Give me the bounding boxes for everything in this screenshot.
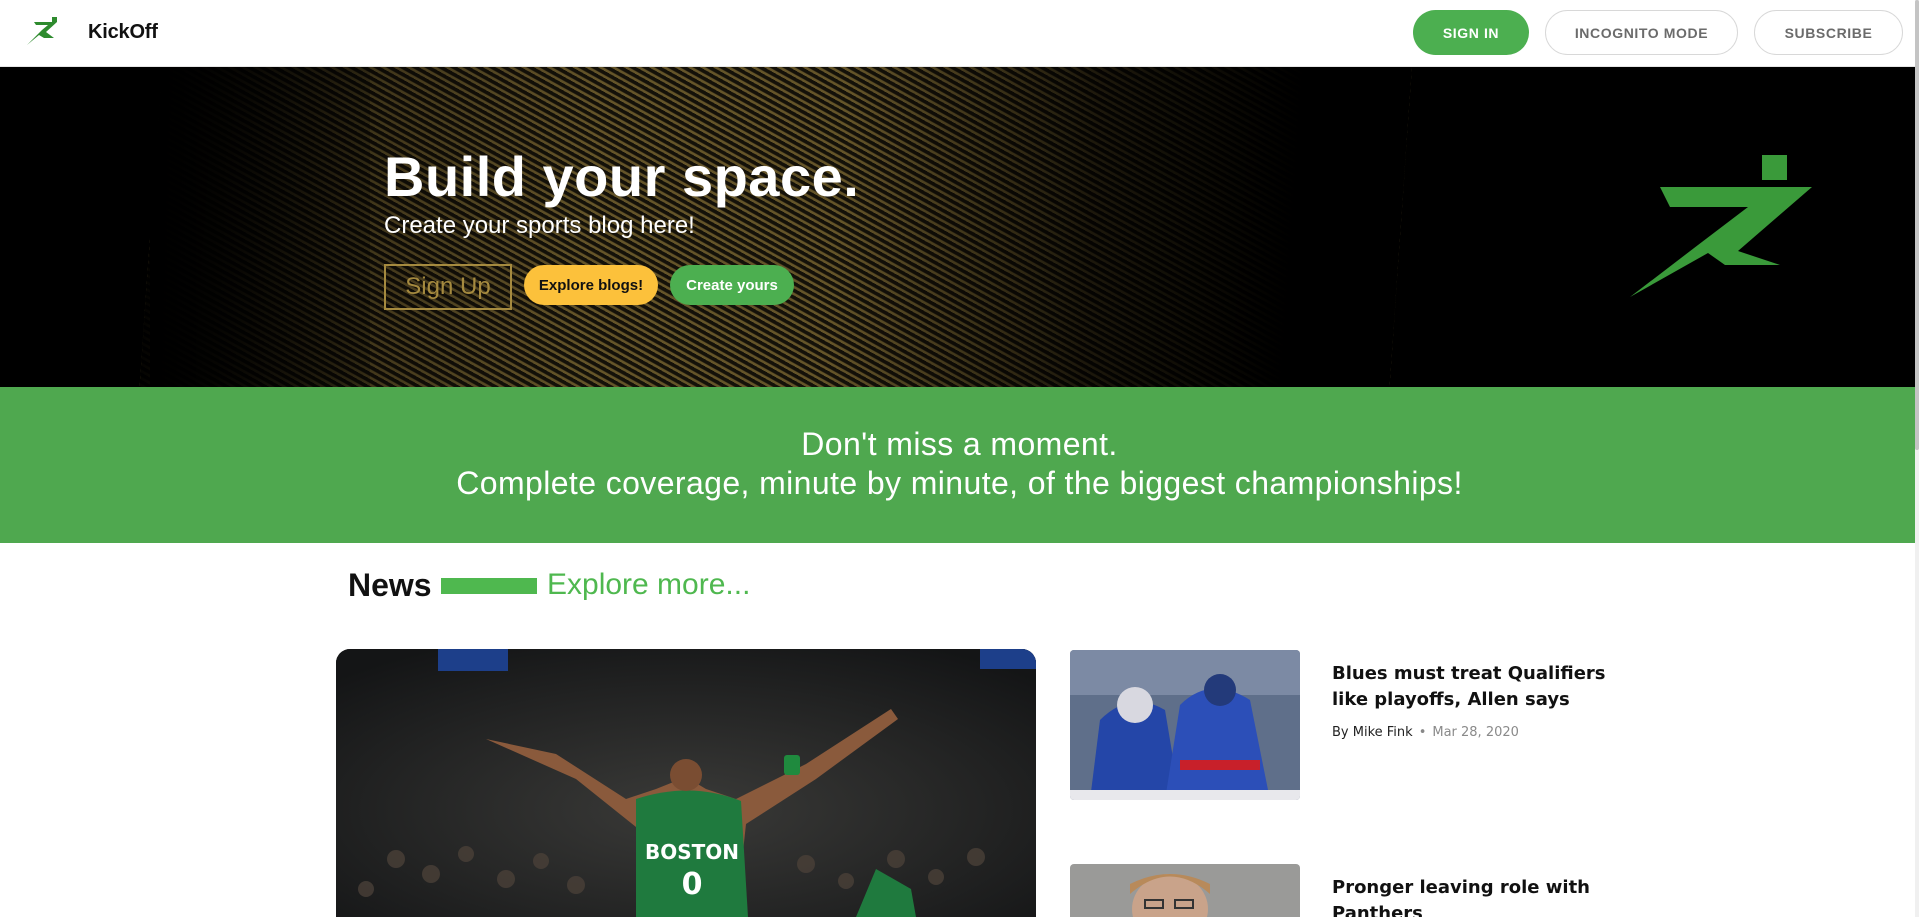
hero-background-shade xyxy=(150,67,370,387)
article-meta: By Mike Fink • Mar 28, 2020 xyxy=(1332,725,1519,740)
brand-name[interactable]: KickOff xyxy=(88,21,158,44)
create-yours-button[interactable]: Create yours xyxy=(670,265,794,305)
subscribe-button[interactable]: SUBSCRIBE xyxy=(1754,10,1903,55)
featured-article-image[interactable]: BOSTON 0 xyxy=(336,649,1036,917)
article-title[interactable]: Blues must treat Qualifiers like playoff… xyxy=(1332,661,1622,713)
hockey-players-image xyxy=(1070,650,1300,800)
sign-up-button[interactable]: Sign Up xyxy=(384,264,512,310)
hero-section: Build your space. Create your sports blo… xyxy=(0,67,1919,387)
article-author[interactable]: By Mike Fink xyxy=(1332,725,1413,740)
basketball-celebration-image: BOSTON 0 xyxy=(336,649,1036,917)
top-header: KickOff SIGN IN INCOGNITO MODE SUBSCRIBE xyxy=(0,0,1919,67)
hero-title: Build your space. xyxy=(384,145,860,208)
article-date: Mar 28, 2020 xyxy=(1432,725,1519,740)
news-divider-bar xyxy=(441,578,537,594)
news-heading: News xyxy=(348,567,432,603)
banner-subline: Complete coverage, minute by minute, of … xyxy=(456,465,1463,501)
incognito-mode-button[interactable]: INCOGNITO MODE xyxy=(1545,10,1738,55)
scrollbar[interactable] xyxy=(1915,0,1919,917)
coverage-banner: Don't miss a moment. Complete coverage, … xyxy=(0,387,1919,543)
scrollbar-thumb[interactable] xyxy=(1915,0,1919,450)
jersey-number: 0 xyxy=(682,867,703,902)
explore-blogs-button[interactable]: Explore blogs! xyxy=(524,265,658,305)
banner-headline: Don't miss a moment. xyxy=(801,426,1118,462)
explore-more-link[interactable]: Explore more... xyxy=(547,568,750,602)
article-thumbnail[interactable] xyxy=(1070,864,1300,917)
article-title[interactable]: Pronger leaving role with Panthers xyxy=(1332,875,1622,917)
person-portrait-image xyxy=(1070,864,1300,917)
meta-separator: • xyxy=(1418,725,1427,740)
article-thumbnail[interactable] xyxy=(1070,650,1300,800)
hero-subtitle: Create your sports blog here! xyxy=(384,212,695,239)
sign-in-button[interactable]: SIGN IN xyxy=(1413,10,1529,55)
runner-logo-icon xyxy=(1630,155,1812,297)
runner-logo-icon[interactable] xyxy=(26,16,62,46)
jersey-text: BOSTON xyxy=(645,840,739,864)
